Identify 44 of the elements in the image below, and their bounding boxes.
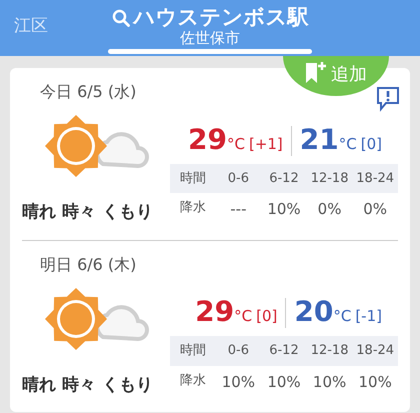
column-header: 18-24 <box>355 170 396 188</box>
temperature-change: [0] <box>256 306 278 328</box>
column-header: 18-24 <box>355 342 396 360</box>
table-cell-text: 10% <box>220 372 256 392</box>
row-header: 降水 <box>178 199 207 217</box>
sun-cloud-icon <box>43 286 149 350</box>
row-header: 降水 <box>178 372 207 390</box>
weather-description: 晴れ 時々 くもり <box>22 201 154 224</box>
sun-cloud-icon <box>43 114 149 178</box>
bookmark-plus-icon <box>305 61 327 85</box>
table-cell-text: --- <box>229 199 248 220</box>
date-label: 今日 6/5 (水) <box>39 81 138 103</box>
temperature-unit: °C <box>338 134 357 155</box>
column-header: 12-18 <box>310 342 350 360</box>
temperature-unit: °C <box>234 306 252 328</box>
low-temperature: 21 <box>300 126 339 154</box>
high-temperature: 29 <box>188 126 227 154</box>
high-temperature: 29 <box>195 298 234 326</box>
temperature-unit: °C <box>226 134 245 155</box>
column-header: 0-6 <box>226 170 250 188</box>
date-label: 明日 6/6 (木) <box>39 254 138 276</box>
column-header: 時間 <box>178 342 207 360</box>
table-cell-text: 10% <box>312 372 348 392</box>
column-header: 時間 <box>178 170 207 188</box>
column-header: 0-6 <box>226 342 250 360</box>
temperature-change: [+1] <box>248 134 283 155</box>
column-header: 6-12 <box>268 170 300 188</box>
temperature-change: [-1] <box>355 306 382 328</box>
subtitle: 佐世保市 <box>180 29 240 48</box>
table-cell-text: 0% <box>316 199 342 220</box>
low-temperature: 20 <box>294 298 334 326</box>
column-header: 6-12 <box>268 342 300 360</box>
alert-bubble-icon[interactable] <box>376 86 400 112</box>
table-cell-text: 10% <box>266 372 302 392</box>
search-icon <box>112 8 130 27</box>
table-cell-text: 0% <box>362 199 388 220</box>
temperature-unit: °C <box>333 306 352 328</box>
table-cell-text: 10% <box>266 199 302 220</box>
weather-description: 晴れ 時々 くもり <box>22 374 154 396</box>
temperature-change: [0] <box>360 134 382 155</box>
search-location-button[interactable]: ハウステンボス駅 <box>112 0 308 30</box>
table-cell-text: 10% <box>358 372 393 392</box>
partial-location-label: 江区 <box>14 15 48 38</box>
column-header: 12-18 <box>310 170 350 188</box>
